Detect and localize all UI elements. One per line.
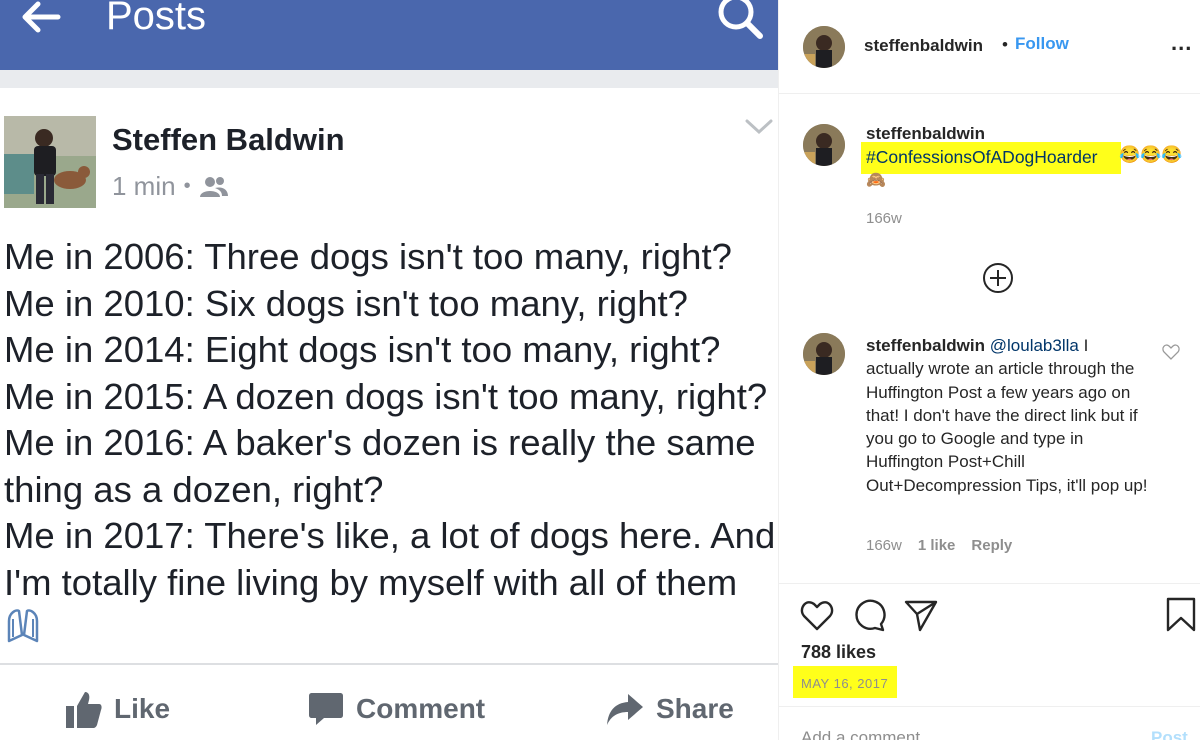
reply-username[interactable]: steffenbaldwin [866, 336, 985, 355]
facebook-header-bar: Posts [0, 0, 778, 70]
caption-timestamp[interactable]: 166w [866, 210, 902, 227]
post-comment-button[interactable]: Post [1151, 728, 1188, 740]
reply-mention[interactable]: @loulab3lla [990, 336, 1079, 355]
caption-username[interactable]: steffenbaldwin [866, 124, 985, 144]
page-title: Posts [106, 0, 207, 38]
search-icon[interactable] [712, 0, 766, 46]
share-button[interactable]: Share [606, 686, 734, 732]
heart-icon[interactable] [1162, 344, 1180, 360]
speech-bubble-icon [309, 693, 343, 725]
avatar[interactable] [803, 26, 845, 68]
load-more-comments-icon[interactable] [982, 262, 1014, 294]
reply-button[interactable]: Reply [971, 537, 1012, 554]
post-date[interactable]: MAY 16, 2017 [801, 676, 888, 691]
facebook-post-panel: Posts Steffen Baldwin 1 min • Me in 2006… [0, 0, 778, 740]
add-comment-input[interactable]: Add a comment... [801, 728, 934, 740]
like-button[interactable]: Like [66, 686, 170, 732]
instagram-post-panel: steffenbaldwin • Follow ... steffenbaldw… [778, 0, 1200, 740]
feed-separator [0, 70, 778, 88]
instagram-post-header: steffenbaldwin • Follow ... [779, 0, 1200, 94]
caption-emoji-line: 🙈 [866, 172, 886, 189]
post-text-line: Me in 2010: Six dogs isn't too many, rig… [4, 282, 688, 324]
post-meta: 1 min • [112, 171, 229, 202]
share-label: Share [656, 693, 734, 724]
author-name[interactable]: Steffen Baldwin [112, 122, 345, 158]
post-text-line: thing as a dozen, right? [4, 468, 384, 510]
avatar[interactable] [803, 124, 845, 166]
heart-icon[interactable] [799, 597, 835, 633]
friends-audience-icon[interactable] [199, 175, 229, 199]
thumbs-up-icon [66, 692, 102, 728]
praying-hands-icon [7, 609, 39, 643]
post-text-line: Me in 2017: There's like, a lot of dogs … [4, 515, 776, 556]
reply-meta: 166w 1 like Reply [866, 537, 1012, 554]
like-label: Like [114, 693, 171, 724]
comment-label: Comment [356, 693, 486, 724]
post-text-line: Me in 2015: A dozen dogs isn't too many,… [4, 375, 768, 417]
post-text: Me in 2006: Three dogs isn't too many, r… [4, 234, 776, 606]
chevron-down-icon[interactable] [744, 116, 774, 138]
meta-separator: • [183, 175, 191, 197]
caption-emojis: 😂😂😂 [1119, 145, 1183, 164]
post-text-line: Me in 2006: Three dogs isn't too many, r… [4, 236, 732, 277]
section-divider [779, 583, 1200, 584]
avatar[interactable] [803, 333, 845, 375]
caption-hashtag[interactable]: #ConfessionsOfADogHoarder [866, 147, 1098, 168]
post-timestamp[interactable]: 1 min [112, 171, 176, 202]
reply-likes[interactable]: 1 like [918, 537, 956, 554]
header-username[interactable]: steffenbaldwin [864, 36, 983, 56]
header-separator: • [1002, 35, 1008, 54]
comment-icon[interactable] [851, 597, 887, 633]
post-text-line: Me in 2016: A baker's dozen is really th… [4, 422, 756, 463]
section-divider [779, 706, 1200, 707]
post-text-line: I'm totally fine living by myself with a… [4, 561, 738, 603]
reply-text: I actually wrote an article through the … [866, 336, 1148, 495]
post-text-line: Me in 2014: Eight dogs isn't too many, r… [4, 329, 721, 370]
reply-timestamp[interactable]: 166w [866, 537, 902, 554]
author-avatar[interactable] [4, 116, 96, 208]
action-divider [0, 663, 778, 665]
follow-button[interactable]: Follow [1015, 34, 1069, 54]
back-arrow-icon[interactable] [18, 0, 64, 40]
likes-count[interactable]: 788 likes [801, 642, 876, 663]
share-arrow-icon [607, 694, 643, 725]
comment-button[interactable]: Comment [308, 686, 485, 732]
bookmark-icon[interactable] [1163, 597, 1199, 633]
more-options-icon[interactable]: ... [1171, 30, 1192, 56]
send-icon[interactable] [903, 597, 939, 633]
reply-comment: steffenbaldwin @loulab3lla I actually wr… [866, 334, 1148, 497]
